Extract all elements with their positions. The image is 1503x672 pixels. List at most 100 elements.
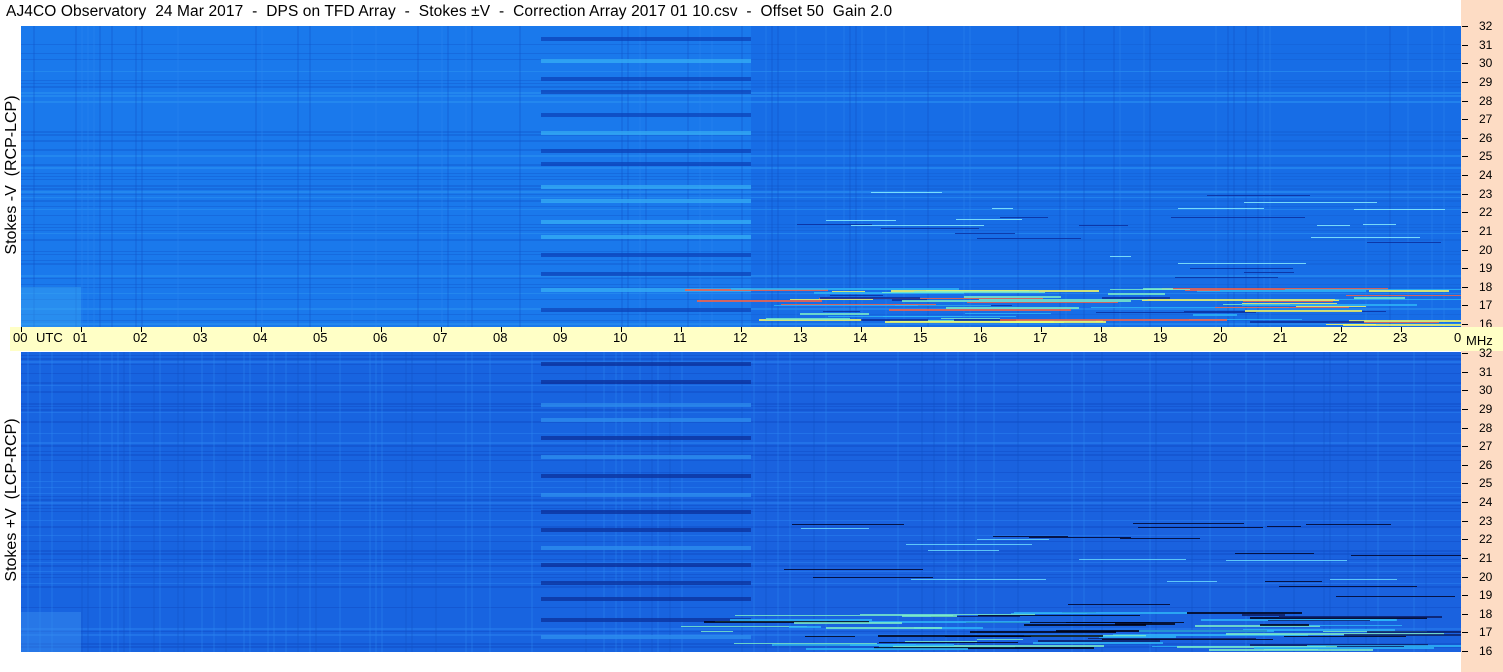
time-streak [39,352,41,652]
interference-line [1108,293,1165,295]
time-streak [489,352,491,652]
utc-tick-label: 14 [853,330,868,345]
freq-tick [1462,26,1468,27]
time-streak [603,352,605,652]
interference-line [1215,307,1349,308]
interference-line [1346,295,1461,296]
utc-tick-label: 05 [313,330,328,345]
freq-tick [1462,82,1468,83]
time-streak [789,352,791,652]
freq-tick [1462,305,1468,306]
utc-tick-label: 06 [373,330,388,345]
signal-line [1138,527,1263,528]
interference-line [941,318,1000,319]
utc-tick-label: 17 [1033,330,1048,345]
signal-line [1279,586,1417,587]
interference-line [885,321,1106,323]
time-streak [285,352,287,652]
time-streak [381,352,383,652]
time-streak [753,352,755,652]
signal-line [784,569,923,570]
time-streak [1347,352,1349,652]
signal-line [813,577,933,578]
time-streak [1065,26,1067,327]
signal-line [801,528,869,529]
signal-line [797,224,872,225]
emission-band [541,272,751,276]
interference-line [781,304,936,305]
freq-tick-label: 24 [1479,495,1493,509]
freq-tick [1462,390,1468,391]
interference-line [800,313,869,315]
time-streak [615,352,617,652]
emission-band [541,597,751,601]
emission-band [541,308,751,312]
utc-tick-label: 18 [1093,330,1108,345]
time-streak [921,352,923,652]
utc-tick-label: 09 [553,330,568,345]
signal-line [906,544,1032,545]
interference-line [681,626,807,627]
interference-line [879,642,1018,643]
freq-tick [1462,101,1468,102]
freq-tick-label: 31 [1479,365,1493,379]
time-streak [111,26,113,327]
interference-line [1185,290,1220,291]
time-streak [861,26,863,327]
interference-line [1187,612,1302,614]
time-streak [969,26,971,327]
interference-line [1033,642,1163,644]
freq-tick [1462,521,1468,522]
interference-line [979,299,1148,300]
time-streak [855,26,857,327]
interference-line [1254,647,1434,649]
signal-line [792,524,904,525]
signal-line [1354,209,1445,210]
interference-line [789,626,821,628]
time-streak [531,352,533,652]
interference-line [1088,638,1256,639]
time-streak [249,352,251,652]
time-streak [213,352,215,652]
utc-tick-label: 19 [1153,330,1168,345]
interference-line [861,319,928,321]
freq-tick-label: 24 [1479,168,1493,182]
freq-tick-label: 29 [1479,75,1493,89]
utc-tick-label: 02 [133,330,148,345]
freq-tick [1462,614,1468,615]
interference-line [1066,622,1184,623]
time-streak [777,352,779,652]
time-streak [255,26,257,327]
interference-line [1024,624,1146,626]
freq-tick [1462,175,1468,176]
freq-tick [1462,409,1468,410]
interference-line [731,288,959,290]
time-streak [177,352,179,652]
interference-line [1197,290,1366,292]
bottom-frequency-axis: 32 31 30 29 28 27 26 25 24 23 22 21 20 19 18 17 16 [1461,346,1503,672]
time-streak [447,26,449,327]
freq-tick-label: 21 [1479,551,1493,565]
interference-line [790,299,873,300]
time-streak [81,352,83,652]
time-streak [843,26,845,327]
freq-tick-label: 30 [1479,383,1493,397]
signal-line [1336,596,1455,597]
interference-line [1102,639,1273,640]
signal-line [1000,217,1048,218]
top-panel-ylabel: Stokes -V (RCP-LCP) [3,95,20,255]
emission-band [541,199,751,203]
time-streak [1083,26,1085,327]
interference-line [1326,324,1376,325]
signal-line [956,219,1022,220]
time-streak [963,26,965,327]
time-streak [699,26,701,327]
time-streak [777,26,779,327]
freq-tick [1462,465,1468,466]
interference-line [1014,612,1187,614]
freq-tick-label: 27 [1479,112,1493,126]
emission-band [541,185,751,189]
time-streak [471,26,473,327]
time-streak [87,352,89,652]
freq-tick-label: 25 [1479,149,1493,163]
